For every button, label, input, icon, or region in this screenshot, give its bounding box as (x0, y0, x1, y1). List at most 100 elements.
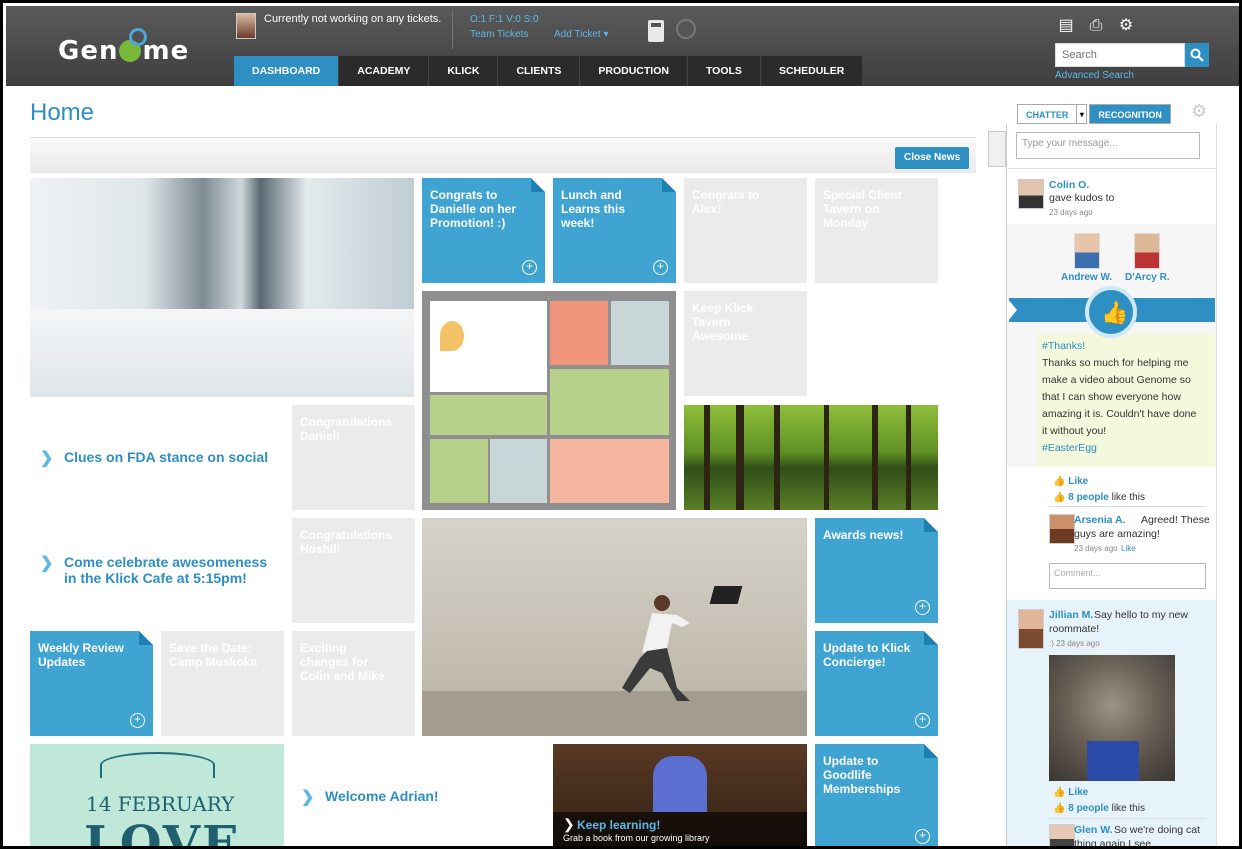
chevron-right-icon: ❯ (40, 450, 54, 467)
avatar[interactable] (1134, 233, 1160, 269)
team-tickets-link[interactable]: Team Tickets (470, 29, 528, 40)
search-input[interactable] (1055, 43, 1185, 67)
app-window: Gen me Currently not working on any ticke… (0, 0, 1242, 849)
tile-weekly-review[interactable]: Weekly Review Updates + (30, 631, 153, 736)
nav-dashboard[interactable]: DASHBOARD (234, 56, 340, 86)
tile-title: Lunch and Learns this week! (561, 188, 626, 230)
post-text: Say hello to my new (1094, 609, 1188, 621)
gear-icon[interactable]: ⚙ (1191, 101, 1207, 122)
kudos-hashtag[interactable]: #EasterEgg (1042, 442, 1097, 454)
kudos-recipient[interactable]: Andrew W. (1061, 272, 1112, 283)
add-ticket-dropdown[interactable]: Add Ticket ▾ (554, 29, 609, 40)
tile-congrats-alex[interactable]: Congrats to Alex! (684, 178, 807, 283)
news-bar (30, 137, 976, 173)
avatar[interactable] (1018, 609, 1044, 649)
chevron-right-icon: ❯ (301, 789, 315, 806)
infographic-image-tile[interactable] (422, 291, 676, 510)
runner-image-tile[interactable] (422, 518, 807, 736)
people-count-link[interactable]: 8 people (1068, 803, 1109, 814)
tile-congrats-daniel[interactable]: Congratulations Daniel! (292, 405, 415, 510)
link-klick-cafe[interactable]: ❯ Come celebrate awesomeness in the Klic… (40, 554, 280, 586)
comment-time: 23 days ago (1074, 544, 1118, 553)
tile-exciting-changes[interactable]: Exciting changes for Colin and Mike (292, 631, 415, 736)
nav-clients[interactable]: CLIENTS (498, 56, 581, 86)
comment-text: guys are amazing! (1074, 528, 1160, 540)
link-label: Welcome Adrian! (325, 788, 439, 804)
tile-awards-news[interactable]: Awards news! + (815, 518, 938, 623)
tile-update-concierge[interactable]: Update to Klick Concierge! + (815, 631, 938, 736)
nav-tools[interactable]: TOOLS (687, 56, 761, 86)
comment-input[interactable]: Comment... (1049, 563, 1206, 589)
post-author[interactable]: Jillian M. (1049, 609, 1093, 621)
avatar[interactable] (1049, 824, 1075, 846)
tile-congrats-hoshil[interactable]: Congratulations Hoshil! (292, 518, 415, 623)
tile-keep-klick[interactable]: Keep Klick Tavern Awesome (684, 291, 807, 396)
post-author[interactable]: Glen W. (1074, 824, 1113, 836)
kudos-recipient[interactable]: D'Arcy R. (1125, 272, 1170, 283)
advanced-search-link[interactable]: Advanced Search (1055, 70, 1134, 81)
forest-image-tile[interactable] (684, 405, 938, 510)
page-title: Home (30, 99, 95, 126)
nav-production[interactable]: PRODUCTION (580, 56, 688, 86)
tile-lunch-learns[interactable]: Lunch and Learns this week! + (553, 178, 676, 283)
search-button[interactable] (1185, 43, 1209, 67)
tab-chatter[interactable]: CHATTER (1017, 104, 1078, 124)
tile-save-date[interactable]: Save the Date: Camp Muskoka (161, 631, 284, 736)
tree-trunk (872, 405, 878, 510)
thumbs-up-icon: 👍 (1053, 787, 1066, 798)
plus-circle-icon: + (915, 713, 930, 728)
link-welcome-adrian[interactable]: ❯ Welcome Adrian! (301, 788, 541, 806)
kudos-hashtag[interactable]: #Thanks! (1042, 340, 1085, 352)
link-fda-stance[interactable]: ❯ Clues on FDA stance on social (40, 449, 280, 467)
avatar[interactable] (1074, 233, 1100, 269)
tile-congrats-danielle[interactable]: Congrats to Danielle on her Promotion! :… (422, 178, 545, 283)
gear-icon[interactable]: ⚙ (1118, 18, 1134, 34)
hallway-image-tile[interactable] (30, 178, 414, 397)
people-count-link[interactable]: 8 people (1068, 492, 1109, 503)
like-button[interactable]: 👍 Like (1053, 476, 1088, 487)
tile-update-goodlife[interactable]: Update to Goodlife Memberships + (815, 744, 938, 846)
close-news-button[interactable]: Close News (895, 147, 970, 169)
nav-scheduler[interactable]: SCHEDULER (760, 56, 864, 86)
infographic-panel (430, 439, 488, 503)
avatar[interactable] (1049, 514, 1075, 544)
comment-author[interactable]: Arsenia A. (1074, 514, 1126, 526)
chevron-right-icon: ❯ (40, 555, 54, 572)
message-input[interactable]: Type your message... (1016, 132, 1200, 159)
valentine-image-tile[interactable]: 14 FEBRUARY LOVE (30, 744, 284, 846)
tree-trunk (906, 405, 911, 510)
divider (1006, 168, 1217, 169)
thumbs-up-icon: 👍 (1053, 492, 1066, 503)
comment-like-link[interactable]: Like (1121, 544, 1136, 553)
calculator-icon[interactable] (648, 20, 664, 42)
tile-special-client[interactable]: Special Client Tavern on Monday (815, 178, 938, 283)
document-icon[interactable]: ▤ (1058, 18, 1074, 34)
divider (1049, 818, 1206, 819)
print-icon[interactable]: ⎙ (1088, 18, 1104, 34)
infographic-panel (550, 369, 669, 435)
panel-collapse-handle[interactable] (988, 131, 1006, 167)
like-button[interactable]: 👍 Like (1053, 787, 1088, 798)
post-author[interactable]: Colin O. (1049, 179, 1089, 191)
thumbs-up-icon: 👍 (1053, 476, 1066, 487)
header-icons: ▤ ⎙ ⚙ (1058, 18, 1134, 34)
tab-recognition[interactable]: RECOGNITION (1089, 104, 1171, 124)
chevron-down-icon[interactable]: ▾ (1077, 104, 1088, 124)
nav-klick[interactable]: KLICK (429, 56, 499, 86)
ticket-counts-link[interactable]: O:1 F:1 V:0 S:0 (470, 14, 539, 25)
runner-figure (622, 595, 690, 701)
genome-logo[interactable]: Gen me (58, 28, 189, 66)
avatar[interactable] (1018, 179, 1044, 209)
post-text: thing again I see... (1074, 838, 1160, 849)
valentine-date: 14 FEBRUARY (86, 792, 235, 816)
globe-icon[interactable] (676, 19, 696, 39)
kudos-text: that I can show everyone how (1042, 391, 1181, 403)
plus-circle-icon: + (915, 829, 930, 844)
books-image-tile[interactable]: ❯ Keep learning! Grab a book from our gr… (553, 744, 807, 846)
chevron-right-icon: ❯ (563, 816, 575, 832)
cat-photo[interactable] (1049, 655, 1175, 781)
nav-academy[interactable]: ACADEMY (339, 56, 430, 86)
tile-title: Congrats to Alex! (692, 188, 760, 216)
map-pin-icon (440, 321, 464, 351)
user-avatar[interactable] (236, 13, 256, 39)
